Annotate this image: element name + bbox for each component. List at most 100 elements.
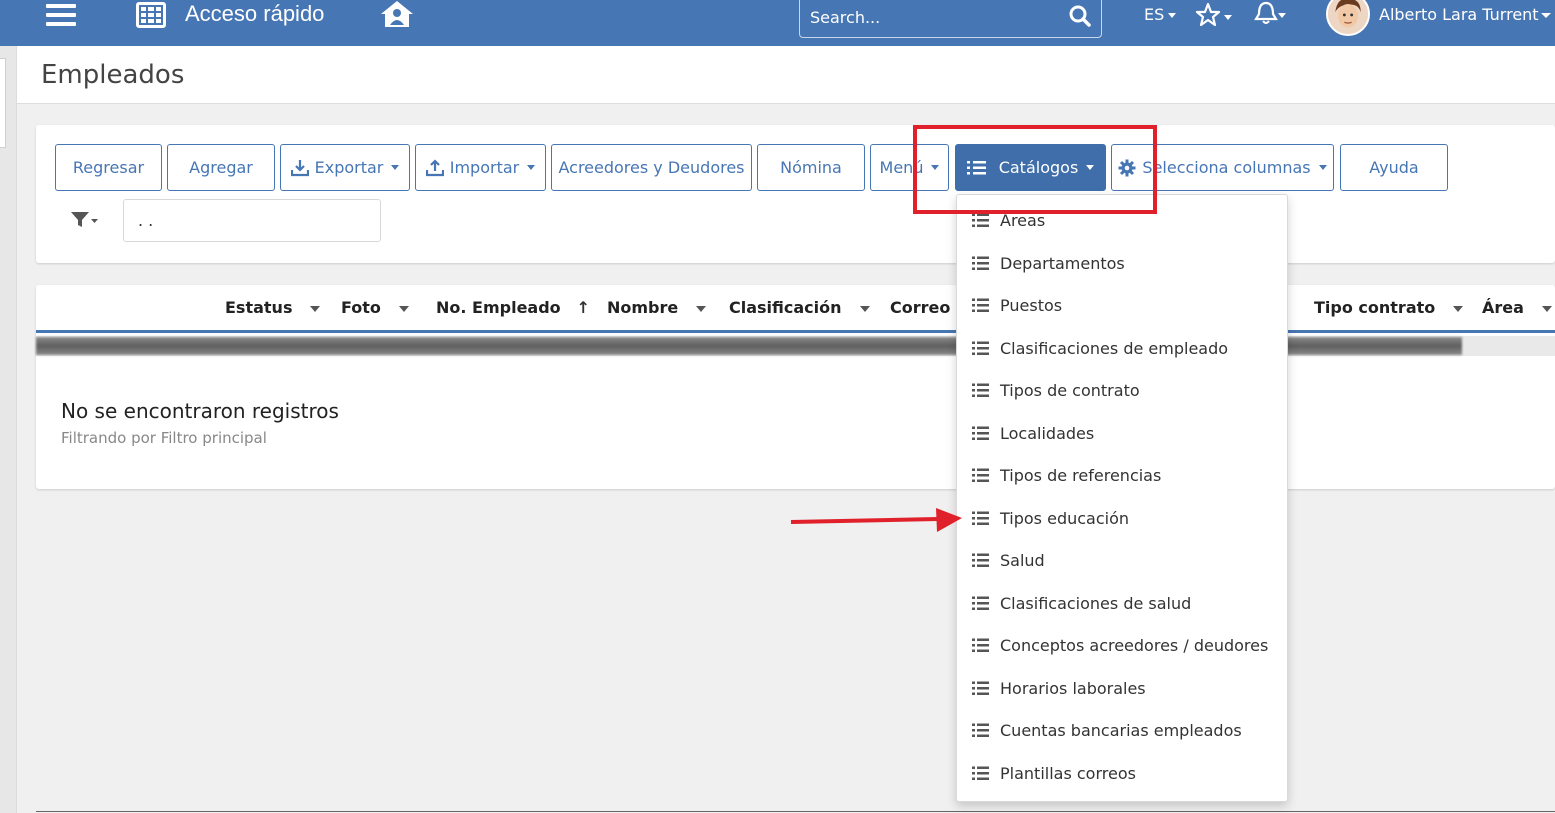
- filter-input[interactable]: [123, 199, 381, 242]
- column-area[interactable]: Área: [1482, 298, 1552, 317]
- page-title: Empleados: [41, 60, 185, 90]
- column-email[interactable]: Correo: [890, 298, 950, 317]
- download-icon: [290, 159, 309, 176]
- red-arrow-annotation-icon: [790, 508, 962, 532]
- sort-caret-icon: [310, 305, 321, 312]
- select-columns-button[interactable]: Selecciona columnas: [1111, 144, 1334, 191]
- column-photo-label: Foto: [341, 298, 381, 317]
- sort-caret-icon: [1453, 305, 1464, 312]
- column-name[interactable]: Nombre: [607, 298, 707, 317]
- user-menu-caret-icon[interactable]: [1541, 13, 1551, 18]
- payroll-button[interactable]: Nómina: [757, 144, 865, 191]
- catalogs-menu-item[interactable]: Tipos de referencias: [957, 456, 1287, 496]
- catalogs-menu-item[interactable]: Clasificaciones de empleado: [957, 329, 1287, 369]
- search-input[interactable]: [810, 1, 1060, 33]
- gear-icon: [1118, 159, 1136, 176]
- list-icon: [972, 468, 989, 482]
- language-label: ES: [1144, 5, 1165, 24]
- catalogs-menu-item-label: Salud: [1000, 551, 1045, 570]
- upload-icon: [425, 158, 444, 176]
- catalogs-menu-item[interactable]: Plantillas correos: [957, 754, 1287, 794]
- catalogs-menu-item[interactable]: Áreas: [957, 201, 1287, 241]
- catalogs-menu-item-label: Puestos: [1000, 296, 1063, 315]
- catalogs-caret-icon: [1086, 165, 1095, 170]
- employees-table: Estatus Foto No. Empleado ↑ Nombre Clasif…: [36, 285, 1555, 489]
- search-icon[interactable]: [1069, 5, 1091, 27]
- help-button[interactable]: Ayuda: [1340, 144, 1448, 191]
- catalogs-menu-item-label: Cuentas bancarias empleados: [1000, 721, 1242, 740]
- column-name-label: Nombre: [607, 298, 679, 317]
- catalogs-menu-item[interactable]: Tipos de contrato: [957, 371, 1287, 411]
- filter-icon[interactable]: [70, 210, 100, 230]
- catalogs-menu-item[interactable]: Clasificaciones de salud: [957, 584, 1287, 624]
- top-navbar: Acceso rápido ES Alberto Lara Turrent: [0, 0, 1555, 46]
- search-box: [799, 0, 1102, 38]
- catalogs-button[interactable]: Catálogos: [955, 144, 1106, 191]
- sort-caret-icon: [398, 305, 409, 312]
- user-avatar[interactable]: [1326, 0, 1370, 36]
- column-employee-number-label: No. Empleado: [436, 298, 561, 317]
- sort-caret-icon: [696, 305, 707, 312]
- list-icon: [972, 766, 989, 780]
- sidebar-toggle-tab[interactable]: [0, 58, 6, 148]
- list-icon: [972, 298, 989, 312]
- payroll-button-label: Nómina: [780, 158, 842, 177]
- column-area-label: Área: [1482, 298, 1524, 317]
- catalogs-menu-item[interactable]: Departamentos: [957, 244, 1287, 284]
- empty-state-title: No se encontraron registros: [61, 399, 339, 423]
- catalogs-button-label: Catálogos: [998, 158, 1079, 177]
- catalogs-menu-item-label: Horarios laborales: [1000, 678, 1146, 698]
- catalogs-menu-item[interactable]: Salud: [957, 541, 1287, 581]
- column-status-label: Estatus: [225, 298, 293, 317]
- add-button[interactable]: Agregar: [167, 144, 275, 191]
- catalogs-menu-item[interactable]: Tipos educación: [957, 499, 1287, 539]
- import-button[interactable]: Importar: [415, 144, 546, 191]
- hamburger-menu-icon[interactable]: [46, 4, 76, 28]
- favorites-star-icon[interactable]: [1195, 2, 1233, 28]
- left-sidebar-strip: [0, 46, 17, 813]
- catalogs-menu-item[interactable]: Cuentas bancarias empleados: [957, 711, 1287, 751]
- list-icon: [972, 553, 989, 567]
- list-icon: [972, 256, 989, 270]
- catalogs-menu-item[interactable]: Localidades: [957, 414, 1287, 454]
- column-status[interactable]: Estatus: [225, 298, 321, 317]
- column-employee-number[interactable]: No. Empleado ↑: [436, 298, 590, 317]
- creditors-debtors-label: Acreedores y Deudores: [558, 158, 745, 177]
- column-email-label: Correo: [890, 298, 951, 317]
- catalogs-menu-item-label: Localidades: [1000, 423, 1095, 443]
- list-icon: [972, 341, 989, 355]
- quick-access-link[interactable]: Acceso rápido: [185, 1, 324, 27]
- horizontal-scrollbar[interactable]: [36, 336, 1555, 356]
- user-name[interactable]: Alberto Lara Turrent: [1379, 5, 1539, 24]
- back-button[interactable]: Regresar: [55, 144, 162, 191]
- catalogs-menu-item[interactable]: Horarios laborales: [957, 669, 1287, 709]
- column-classification-label: Clasificación: [729, 298, 842, 317]
- catalogs-menu-item[interactable]: Conceptos acreedores / deudores: [957, 626, 1287, 666]
- list-icon: [966, 160, 986, 174]
- export-button[interactable]: Exportar: [280, 144, 410, 191]
- column-classification[interactable]: Clasificación: [729, 298, 870, 317]
- import-caret-icon: [527, 165, 536, 170]
- creditors-debtors-button[interactable]: Acreedores y Deudores: [551, 144, 752, 191]
- apps-grid-icon[interactable]: [136, 2, 166, 28]
- catalogs-menu-item[interactable]: Puestos: [957, 286, 1287, 326]
- home-user-icon[interactable]: [380, 0, 414, 28]
- catalogs-menu-item-label: Tipos de referencias: [1000, 466, 1162, 485]
- catalogs-menu-item-label: Tipos de contrato: [1000, 381, 1140, 400]
- list-icon: [972, 596, 989, 610]
- catalogs-menu-item-label: Tipos educación: [1000, 508, 1130, 528]
- empty-state-subtitle: Filtrando por Filtro principal: [61, 429, 267, 447]
- column-photo[interactable]: Foto: [341, 298, 409, 317]
- catalogs-dropdown-menu: Áreas Departamentos Puestos Clasificaciones…: [956, 194, 1288, 802]
- list-icon: [972, 638, 989, 652]
- column-contract-type[interactable]: Tipo contrato: [1314, 298, 1464, 317]
- catalogs-menu-item-label: Departamentos: [1000, 253, 1125, 273]
- catalogs-menu-item-label: Plantillas correos: [1000, 763, 1136, 783]
- notifications-bell-icon[interactable]: [1252, 0, 1286, 28]
- export-caret-icon: [391, 165, 400, 170]
- list-icon: [972, 681, 989, 695]
- list-icon: [972, 511, 989, 525]
- catalogs-menu-item-label: Áreas: [1000, 211, 1046, 230]
- language-selector[interactable]: ES: [1144, 5, 1177, 24]
- menu-button[interactable]: Menú: [870, 144, 949, 191]
